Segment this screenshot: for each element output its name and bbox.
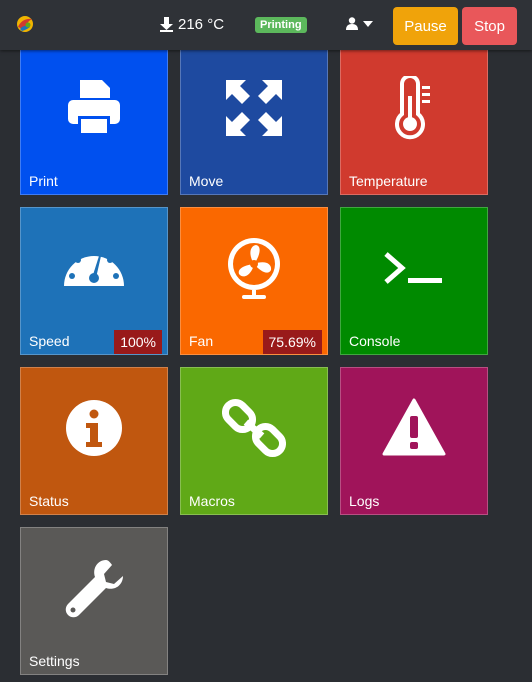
move-arrows-icon — [226, 80, 282, 136]
tile-status[interactable]: Status — [20, 367, 168, 515]
tile-label: Macros — [189, 493, 235, 509]
status-badge: Printing — [255, 17, 307, 33]
tile-macros[interactable]: Macros — [180, 367, 328, 515]
tile-label: Print — [29, 173, 58, 189]
warning-icon — [382, 398, 446, 456]
speed-percentage: 100% — [114, 330, 162, 354]
tile-settings[interactable]: Settings — [20, 527, 168, 675]
tile-label: Logs — [349, 493, 380, 509]
tile-label: Temperature — [349, 173, 428, 189]
download-arrow-icon — [160, 17, 173, 32]
user-menu[interactable] — [346, 17, 373, 30]
info-icon — [66, 400, 122, 456]
terminal-icon — [384, 252, 442, 284]
tile-logs[interactable]: Logs — [340, 367, 488, 515]
top-bar: 216 °C Printing Pause Stop — [0, 0, 532, 50]
stop-button[interactable]: Stop — [462, 7, 517, 45]
fan-icon — [228, 238, 280, 299]
wrench-icon — [65, 560, 123, 618]
temperature-indicator[interactable]: 216 °C — [160, 16, 224, 33]
user-icon — [346, 17, 358, 30]
tile-move[interactable]: Move — [180, 47, 328, 195]
temperature-value: 216 °C — [178, 16, 225, 33]
thermometer-icon — [395, 76, 430, 140]
caret-down-icon — [363, 20, 373, 27]
tile-label: Speed — [29, 333, 70, 349]
tile-label: Settings — [29, 653, 80, 669]
chain-link-icon — [222, 398, 286, 458]
tile-label: Fan — [189, 333, 214, 349]
tile-console[interactable]: Console — [340, 207, 488, 355]
pause-button[interactable]: Pause — [393, 7, 458, 45]
tile-label: Status — [29, 493, 69, 509]
app-logo[interactable] — [14, 13, 36, 35]
printer-icon — [68, 80, 120, 136]
tile-label: Console — [349, 333, 401, 349]
tile-speed[interactable]: Speed 100% — [20, 207, 168, 355]
tile-fan[interactable]: Fan 75.69% — [180, 207, 328, 355]
fan-percentage: 75.69% — [262, 330, 322, 354]
tile-print[interactable]: Print — [20, 47, 168, 195]
tile-label: Move — [189, 173, 224, 189]
speedometer-icon — [64, 249, 124, 286]
tile-temperature[interactable]: Temperature — [340, 47, 488, 195]
